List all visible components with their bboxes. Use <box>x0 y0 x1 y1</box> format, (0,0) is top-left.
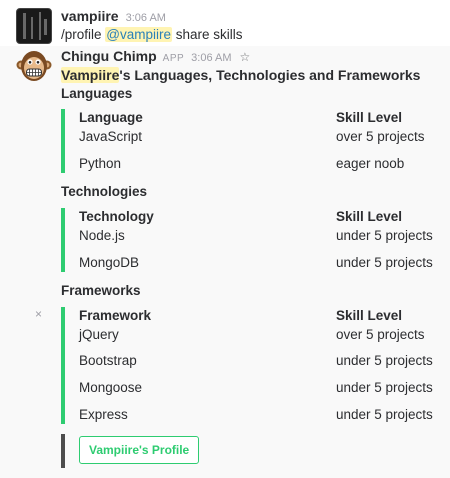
attachment-languages: Language Skill Level JavaScript over 5 p… <box>61 109 450 173</box>
chimp-icon <box>16 51 52 81</box>
table-row: MongoDB under 5 projects <box>79 254 450 272</box>
column-header: Framework <box>79 308 152 323</box>
username[interactable]: Chingu Chimp <box>61 48 157 64</box>
skill-name: jQuery <box>79 327 119 342</box>
profile-heading: Vampiire's Languages, Technologies and F… <box>61 66 450 84</box>
skill-level: under 5 projects <box>336 380 433 395</box>
table-header: Technology Skill Level <box>79 208 450 226</box>
attachment-frameworks: × Framework Skill Level jQuery over 5 pr… <box>35 307 450 424</box>
section-title-languages: Languages <box>61 86 133 101</box>
table-row: Mongoose under 5 projects <box>79 379 450 397</box>
avatar[interactable] <box>16 48 52 84</box>
star-icon[interactable]: ☆ <box>240 50 251 64</box>
message-chingu-chimp: Chingu Chimp APP 3:06 AM ☆ Vampiire's La… <box>0 46 450 478</box>
timestamp[interactable]: 3:06 AM <box>191 52 231 64</box>
timestamp[interactable]: 3:06 AM <box>126 12 166 24</box>
section-title-frameworks: Frameworks <box>61 283 141 298</box>
skill-level: eager noob <box>336 156 405 171</box>
column-header: Skill Level <box>336 110 403 125</box>
skill-name: Express <box>79 407 128 422</box>
close-icon[interactable]: × <box>35 307 42 321</box>
table-row: Python eager noob <box>79 155 450 173</box>
table-row: Bootstrap under 5 projects <box>79 352 450 370</box>
command-args: share skills <box>175 27 243 42</box>
skill-name: Python <box>79 156 122 171</box>
column-header: Skill Level <box>336 308 403 323</box>
skill-level: over 5 projects <box>336 327 425 342</box>
column-header: Technology <box>79 209 154 224</box>
skill-level: under 5 projects <box>336 255 433 270</box>
message-vampiire: vampiire 3:06 AM /profile @vampiire shar… <box>0 0 450 46</box>
skill-name: JavaScript <box>79 129 143 144</box>
skill-level: under 5 projects <box>336 228 433 243</box>
attachment-technologies: Technology Skill Level Node.js under 5 p… <box>61 208 450 272</box>
table-row: Node.js under 5 projects <box>79 227 450 245</box>
username[interactable]: vampiire <box>61 8 119 24</box>
table-row: JavaScript over 5 projects <box>79 128 450 146</box>
table-header: Framework Skill Level <box>79 307 450 325</box>
command-text: /profile <box>61 27 102 42</box>
table-row: jQuery over 5 projects <box>79 326 450 344</box>
skill-level: under 5 projects <box>336 407 433 422</box>
skill-name: MongoDB <box>79 255 140 270</box>
skill-name: Mongoose <box>79 380 143 395</box>
skill-name: Bootstrap <box>79 353 137 368</box>
table-header: Language Skill Level <box>79 109 450 127</box>
heading-rest: 's Languages, Technologies and Framework… <box>119 67 421 83</box>
avatar[interactable] <box>16 8 52 44</box>
skill-level: over 5 projects <box>336 129 425 144</box>
skill-name: Node.js <box>79 228 125 243</box>
column-header: Skill Level <box>336 209 403 224</box>
section-title-technologies: Technologies <box>61 184 148 199</box>
profile-button[interactable]: Vampiire's Profile <box>79 436 200 464</box>
table-row: Express under 5 projects <box>79 406 450 424</box>
column-header: Language <box>79 110 143 125</box>
user-mention[interactable]: @vampiire <box>105 27 173 42</box>
highlighted-name: Vampiire <box>61 67 120 83</box>
app-badge: APP <box>162 53 185 64</box>
message-text: /profile @vampiire share skills <box>61 26 450 44</box>
attachment-actions: Vampiire's Profile <box>61 434 450 468</box>
skill-level: under 5 projects <box>336 353 433 368</box>
